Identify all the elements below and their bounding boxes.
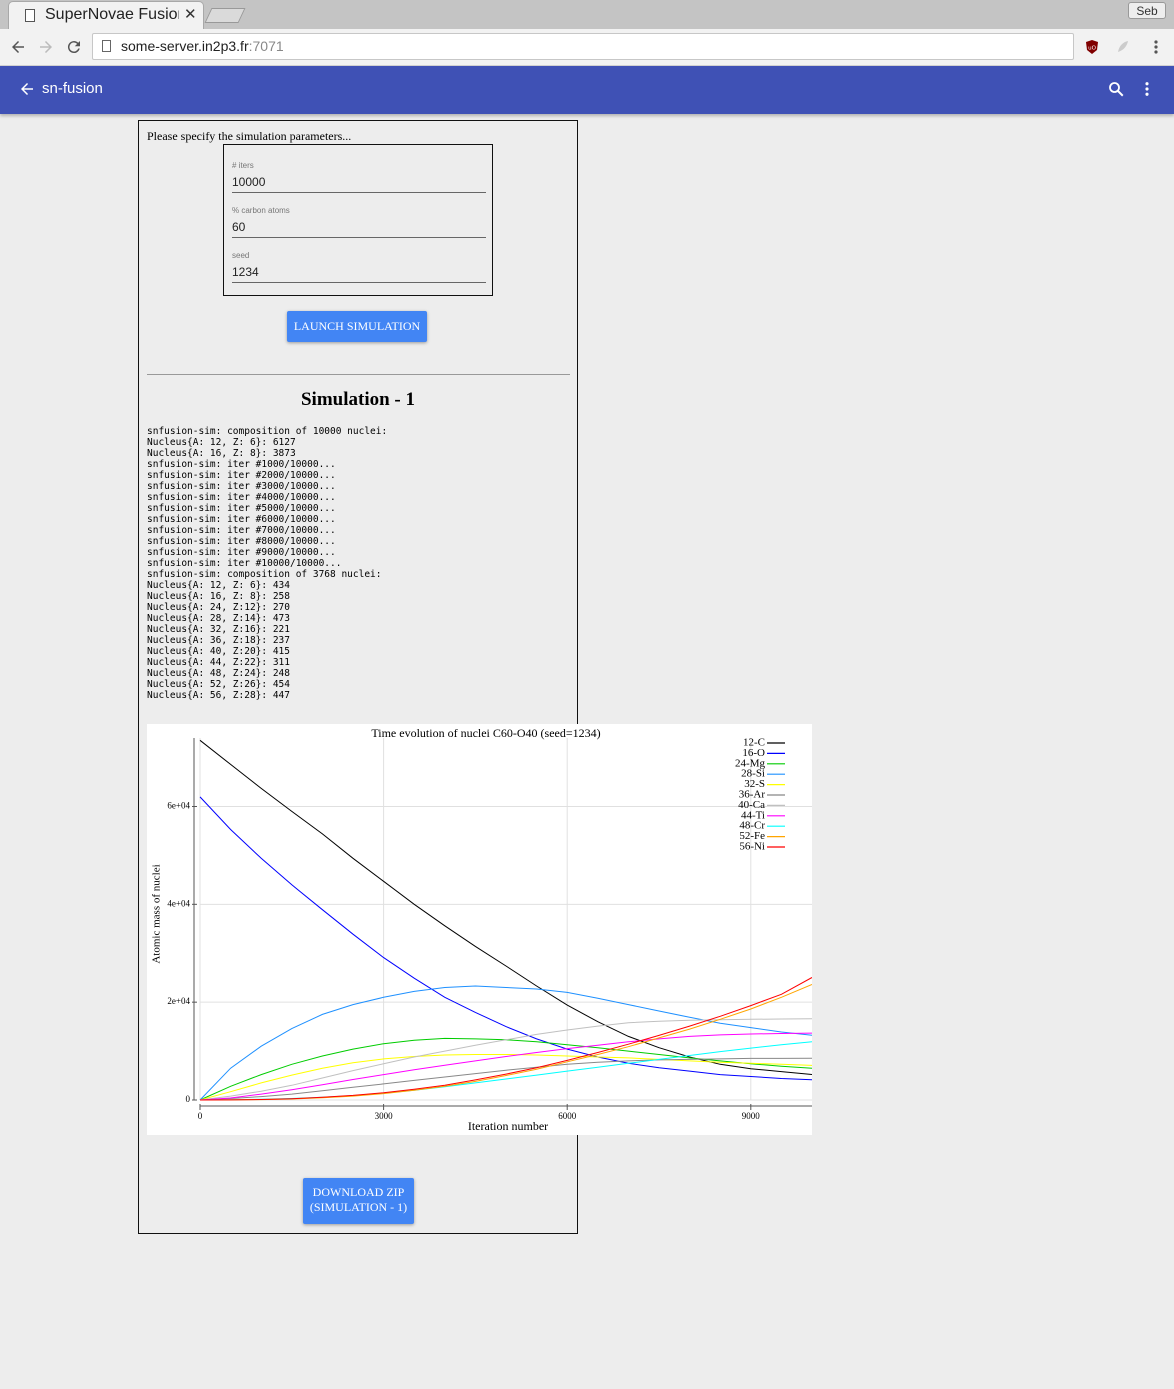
chart-title: Time evolution of nuclei C60-O40 (seed=1… xyxy=(371,726,600,740)
x-tick-label: 9000 xyxy=(742,1111,761,1121)
chart-svg: Time evolution of nuclei C60-O40 (seed=1… xyxy=(151,726,812,1133)
chart-grid xyxy=(199,738,812,1101)
extension-icon[interactable] xyxy=(1113,37,1133,57)
y-tick-label: 6e+04 xyxy=(167,801,190,811)
y-tick-label: 2e+04 xyxy=(167,996,190,1006)
chart-lines xyxy=(199,739,812,1101)
x-tick-label: 0 xyxy=(198,1111,203,1121)
simulation-log: snfusion-sim: composition of 10000 nucle… xyxy=(147,426,388,701)
chart-y-label: Atomic mass of nuclei xyxy=(151,864,163,963)
series-line-16-O xyxy=(199,796,812,1081)
simulation-title: Simulation - 1 xyxy=(300,389,416,410)
y-tick-label: 4e+04 xyxy=(167,898,190,908)
forward-icon[interactable] xyxy=(33,29,59,65)
chart-legend: 12-C16-O24-Mg28-Si32-S36-Ar40-Ca44-Ti48-… xyxy=(735,737,785,853)
arrow-back-icon[interactable] xyxy=(18,80,38,100)
download-label-line2: (SIMULATION - 1) xyxy=(309,1200,408,1214)
carbon-field: % carbon atoms xyxy=(232,206,486,238)
new-tab-button[interactable] xyxy=(204,8,246,23)
more-vert-icon[interactable] xyxy=(1138,80,1158,100)
profile-button[interactable]: Seb xyxy=(1128,2,1166,19)
browser-tab[interactable]: SuperNovae Fusion ✕ xyxy=(8,1,204,29)
series-line-48-Cr xyxy=(199,1041,812,1101)
iters-input[interactable] xyxy=(232,172,486,193)
download-label-line1: DOWNLOAD ZIP xyxy=(312,1185,405,1199)
reload-icon[interactable] xyxy=(61,29,87,65)
divider xyxy=(147,374,570,375)
series-line-24-Mg xyxy=(199,1037,812,1101)
seed-field: seed xyxy=(232,251,486,283)
x-tick-label: 3000 xyxy=(375,1111,394,1121)
x-tick-label: 6000 xyxy=(558,1111,577,1121)
series-line-56-Ni xyxy=(199,977,812,1101)
close-icon[interactable]: ✕ xyxy=(184,5,197,23)
iters-label: # iters xyxy=(232,161,254,170)
iters-field: # iters xyxy=(232,161,486,193)
back-icon[interactable] xyxy=(5,29,31,65)
browser-toolbar: some-server.in2p3.fr:7071 uO xyxy=(0,29,1174,66)
legend-label-56-Ni: 56-Ni xyxy=(739,841,765,853)
app-title: sn-fusion xyxy=(42,80,103,97)
app-bar: sn-fusion xyxy=(0,66,1174,114)
svg-text:uO: uO xyxy=(1088,46,1096,52)
form-intro: Please specify the simulation parameters… xyxy=(147,129,352,143)
page-icon xyxy=(25,9,35,22)
url-text: some-server.in2p3.fr:7071 xyxy=(121,38,284,54)
seed-label: seed xyxy=(232,251,250,260)
search-icon[interactable] xyxy=(1107,80,1127,100)
page-info-icon[interactable] xyxy=(102,40,111,52)
chart: Time evolution of nuclei C60-O40 (seed=1… xyxy=(147,724,812,1135)
seed-input[interactable] xyxy=(232,262,486,283)
menu-icon[interactable] xyxy=(1146,37,1166,57)
carbon-input[interactable] xyxy=(232,217,486,238)
series-line-28-Si xyxy=(199,985,812,1101)
browser-tabstrip: SuperNovae Fusion ✕ Seb xyxy=(0,0,1174,29)
download-zip-button[interactable]: DOWNLOAD ZIP (SIMULATION - 1) xyxy=(303,1178,414,1224)
parameters-form: # iters % carbon atoms seed xyxy=(223,144,493,296)
carbon-label: % carbon atoms xyxy=(232,206,290,215)
series-line-12-C xyxy=(199,739,812,1075)
chart-x-label: Iteration number xyxy=(468,1119,548,1133)
tab-title: SuperNovae Fusion xyxy=(45,6,179,23)
series-line-44-Ti xyxy=(199,1032,812,1101)
launch-simulation-button[interactable]: LAUNCH SIMULATION xyxy=(287,311,427,342)
y-tick-label: 0 xyxy=(186,1094,191,1104)
address-bar[interactable]: some-server.in2p3.fr:7071 xyxy=(92,33,1074,60)
ublock-icon[interactable]: uO xyxy=(1082,37,1102,57)
